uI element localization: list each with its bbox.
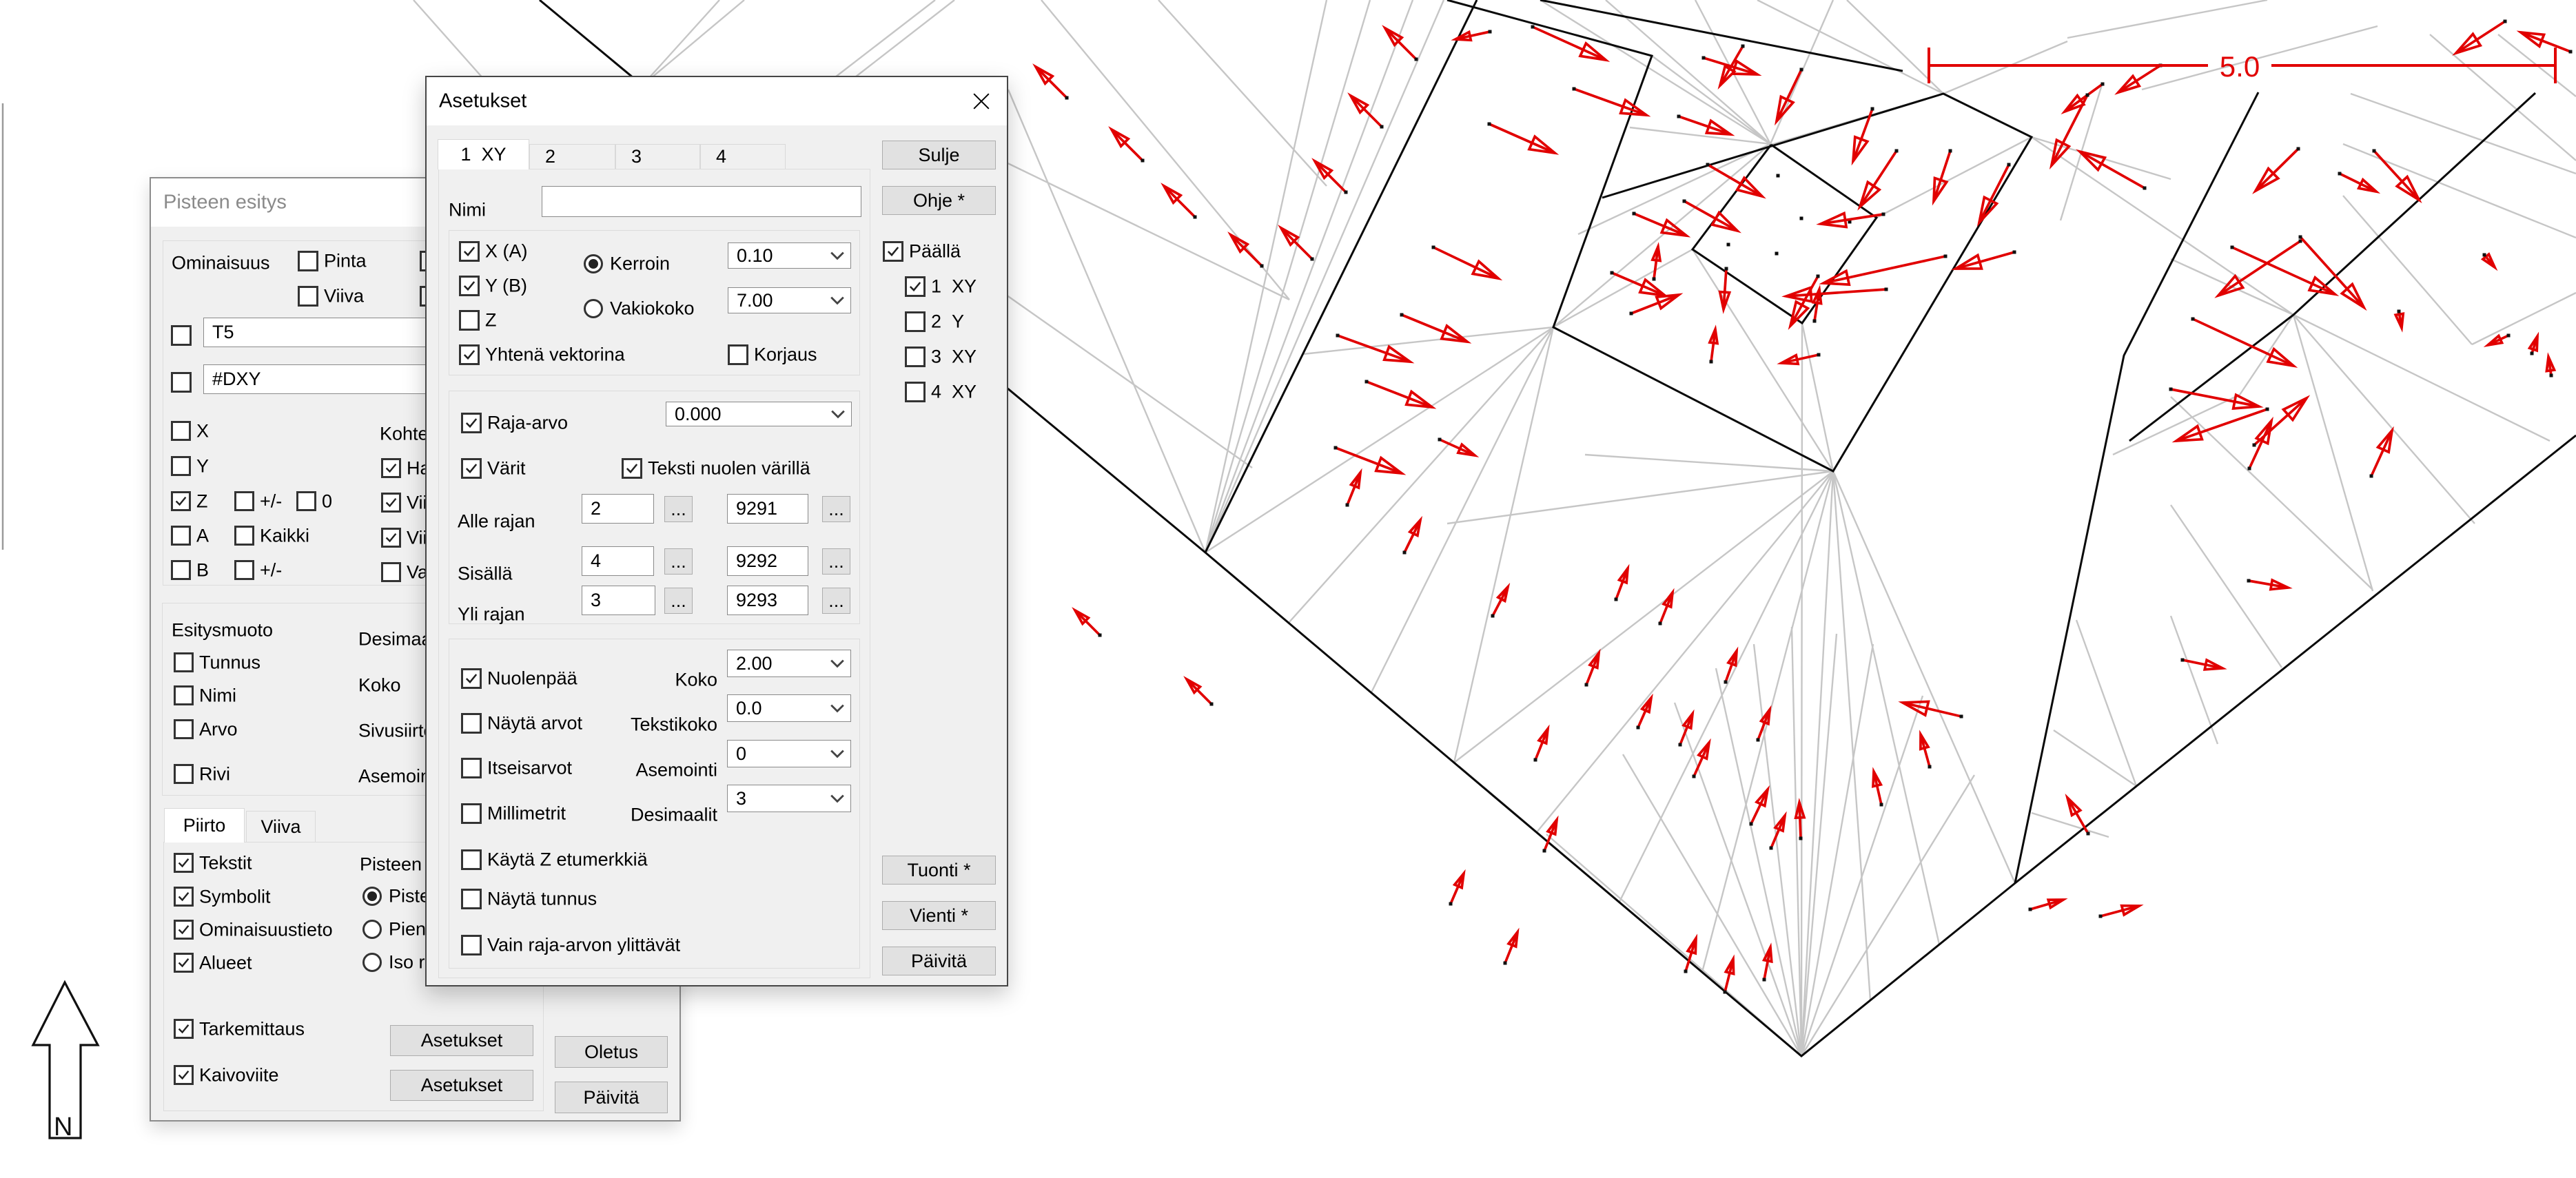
svg-text:5.0: 5.0 bbox=[2220, 50, 2260, 83]
svg-text:N: N bbox=[54, 1113, 72, 1141]
